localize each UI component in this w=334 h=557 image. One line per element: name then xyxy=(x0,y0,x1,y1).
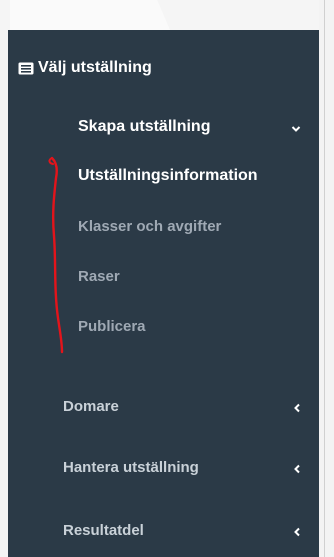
chevron-left-icon xyxy=(293,524,303,538)
chevron-left-icon xyxy=(293,461,303,475)
sidebar-header[interactable]: Välj utställning xyxy=(8,56,319,80)
submenu-title: Skapa utställning xyxy=(78,118,211,135)
right-divider xyxy=(324,0,325,557)
section-label: Hantera utställning xyxy=(63,459,199,476)
sidebar-nav: Välj utställning Skapa utställning Utstä… xyxy=(8,30,319,557)
section-label: Resultatdel xyxy=(63,522,144,539)
menu-item-label: Publicera xyxy=(78,318,146,335)
menu-item-label: Raser xyxy=(78,268,120,285)
chevron-down-icon xyxy=(291,121,301,135)
top-tab-shape xyxy=(10,0,170,30)
menu-item-label: Klasser och avgifter xyxy=(78,218,222,235)
sidebar-header-label: Välj utställning xyxy=(38,59,152,76)
list-card-icon xyxy=(18,62,34,80)
section-label: Domare xyxy=(63,398,119,415)
chevron-left-icon xyxy=(293,400,303,414)
menu-item-label: Utställningsinformation xyxy=(78,167,258,184)
right-edge-gap xyxy=(319,0,334,557)
app-window: Välj utställning Skapa utställning Utstä… xyxy=(0,0,334,557)
